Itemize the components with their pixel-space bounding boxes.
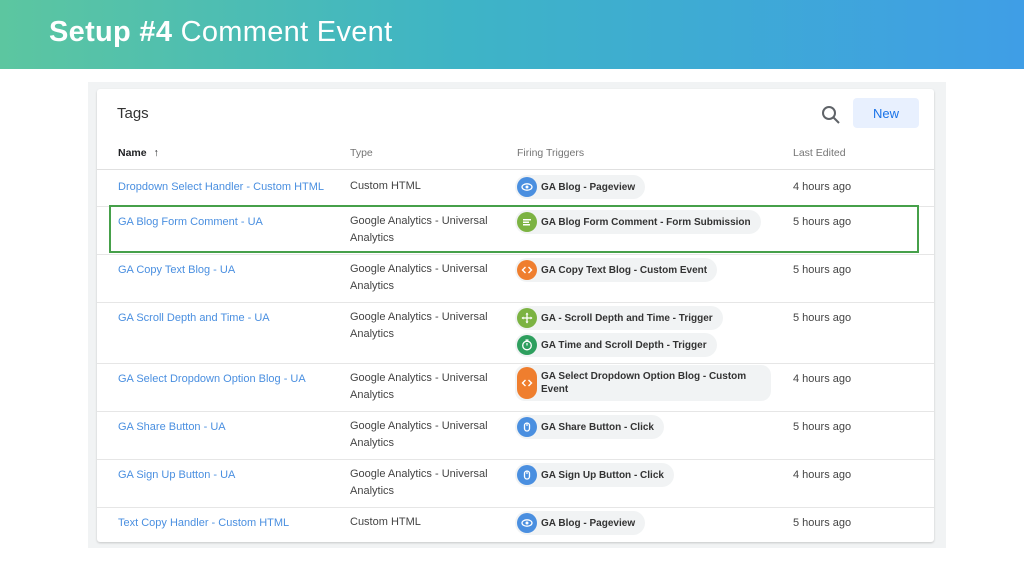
column-header-name-label: Name (118, 147, 147, 159)
code-icon (517, 260, 537, 280)
sort-arrow-icon: ↑ (153, 147, 159, 159)
banner-title-rest: Comment Event (180, 16, 393, 48)
last-edited: 5 hours ago (793, 216, 852, 228)
search-button[interactable] (819, 103, 843, 127)
column-header-triggers: Firing Triggers (517, 147, 585, 159)
tag-name-link[interactable]: GA Select Dropdown Option Blog - UA (118, 373, 306, 385)
eye-icon (517, 513, 537, 533)
eye-icon (517, 177, 537, 197)
tag-type: Google Analytics - Universal Analytics (350, 420, 488, 449)
last-edited: 4 hours ago (793, 469, 852, 481)
trigger-chip[interactable]: GA Blog - Pageview (515, 511, 646, 535)
tag-type: Custom HTML (350, 180, 421, 192)
table-row[interactable]: GA Sign Up Button - UA Google Analytics -… (97, 459, 934, 508)
search-icon (822, 106, 840, 124)
header-divider (97, 169, 934, 170)
trigger-chip[interactable]: GA Sign Up Button - Click (515, 463, 674, 487)
tag-name-link[interactable]: GA Blog Form Comment - UA (118, 216, 263, 228)
column-header-name[interactable]: Name ↑ (118, 147, 159, 159)
column-header-type[interactable]: Type (350, 147, 373, 159)
last-edited: 4 hours ago (793, 373, 852, 385)
trigger-chip[interactable]: GA - Scroll Depth and Time - Trigger (515, 306, 723, 330)
tag-name-link[interactable]: Text Copy Handler - Custom HTML (118, 517, 289, 529)
last-edited: 5 hours ago (793, 264, 852, 276)
title-banner: Setup #4 Comment Event (0, 0, 1024, 69)
move-icon (517, 308, 537, 328)
code-icon (517, 367, 537, 399)
trigger-label: GA Blog Form Comment - Form Submission (541, 216, 751, 228)
table-row[interactable]: GA Copy Text Blog - UA Google Analytics -… (97, 254, 934, 303)
table-row[interactable]: GA Share Button - UA Google Analytics - U… (97, 411, 934, 460)
trigger-chip[interactable]: GA Share Button - Click (515, 415, 664, 439)
tags-panel: Tags New Name ↑ Type Firing Triggers Las… (97, 89, 934, 542)
table-row[interactable]: GA Scroll Depth and Time - UA Google Anal… (97, 302, 934, 364)
table-row[interactable]: Dropdown Select Handler - Custom HTML Cus… (97, 171, 934, 207)
trigger-label: GA - Scroll Depth and Time - Trigger (541, 312, 713, 324)
timer-icon (517, 335, 537, 355)
column-header-edited[interactable]: Last Edited (793, 147, 846, 159)
banner-title-bold: Setup #4 (49, 16, 173, 48)
last-edited: 5 hours ago (793, 421, 852, 433)
trigger-label: GA Select Dropdown Option Blog - Custom … (541, 371, 747, 395)
trigger-label: GA Sign Up Button - Click (541, 469, 664, 481)
banner-title: Setup #4 Comment Event (49, 16, 392, 49)
trigger-chip[interactable]: GA Time and Scroll Depth - Trigger (515, 333, 717, 357)
tag-name-link[interactable]: GA Share Button - UA (118, 421, 226, 433)
trigger-label: GA Share Button - Click (541, 421, 654, 433)
tag-type: Google Analytics - Universal Analytics (350, 215, 488, 244)
trigger-chip[interactable]: GA Blog Form Comment - Form Submission (515, 210, 761, 234)
trigger-label: GA Time and Scroll Depth - Trigger (541, 339, 707, 351)
trigger-chip[interactable]: GA Blog - Pageview (515, 175, 646, 199)
tag-type: Google Analytics - Universal Analytics (350, 372, 488, 401)
tag-name-link[interactable]: Dropdown Select Handler - Custom HTML (118, 181, 324, 193)
last-edited: 5 hours ago (793, 312, 852, 324)
click-icon (517, 465, 537, 485)
tag-type: Google Analytics - Universal Analytics (350, 263, 488, 292)
last-edited: 4 hours ago (793, 181, 852, 193)
form-icon (517, 212, 537, 232)
tag-name-link[interactable]: GA Copy Text Blog - UA (118, 264, 235, 276)
new-button[interactable]: New (853, 98, 919, 128)
trigger-chip[interactable]: GA Copy Text Blog - Custom Event (515, 258, 718, 282)
trigger-label: GA Blog - Pageview (541, 517, 636, 529)
trigger-label: GA Blog - Pageview (541, 181, 636, 193)
table-row[interactable]: Text Copy Handler - Custom HTML Custom HT… (97, 507, 934, 541)
tag-type: Google Analytics - Universal Analytics (350, 311, 488, 340)
tag-name-link[interactable]: GA Scroll Depth and Time - UA (118, 312, 270, 324)
trigger-chip[interactable]: GA Select Dropdown Option Blog - Custom … (515, 365, 771, 401)
tag-name-link[interactable]: GA Sign Up Button - UA (118, 469, 235, 481)
tag-type: Google Analytics - Universal Analytics (350, 468, 488, 497)
table-row[interactable]: GA Select Dropdown Option Blog - UA Googl… (97, 363, 934, 412)
panel-title: Tags (117, 105, 149, 122)
click-icon (517, 417, 537, 437)
table-row[interactable]: GA Blog Form Comment - UA Google Analytic… (97, 206, 934, 255)
trigger-label: GA Copy Text Blog - Custom Event (541, 264, 708, 276)
last-edited: 5 hours ago (793, 517, 852, 529)
tag-type: Custom HTML (350, 516, 421, 528)
